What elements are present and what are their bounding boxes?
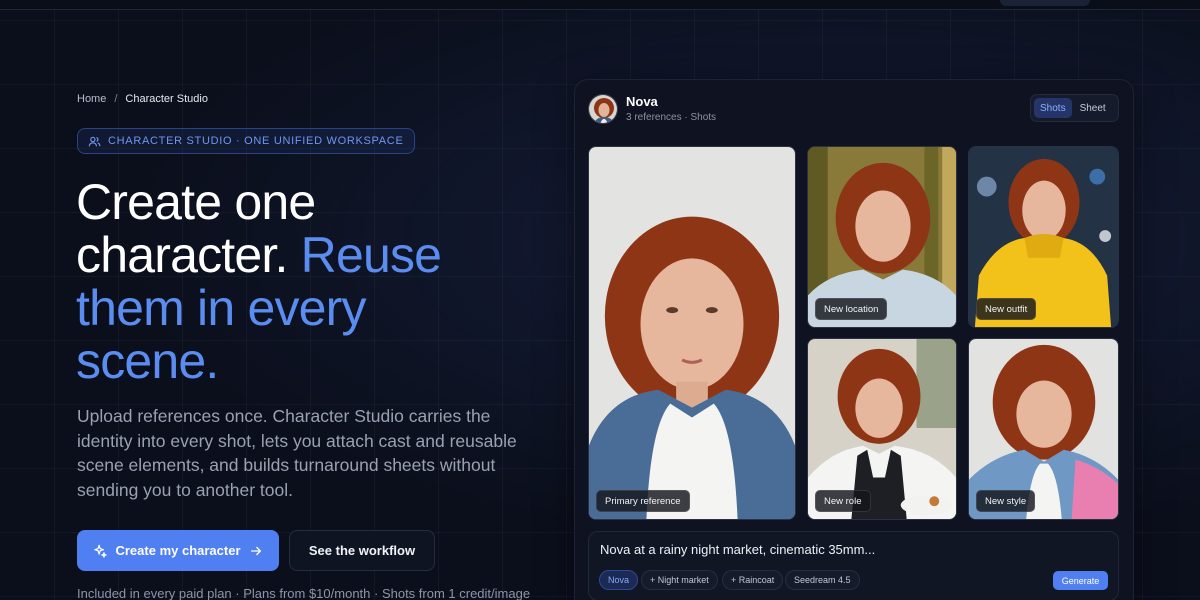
character-meta: 3 references · Shots [626, 112, 717, 123]
hero-title-line1: Create one [76, 174, 316, 230]
create-character-button[interactable]: Create my character [77, 530, 279, 571]
breadcrumb-current: Character Studio [125, 93, 208, 105]
top-nav-bar [0, 0, 1200, 10]
character-avatar[interactable] [588, 94, 618, 124]
prompt-input[interactable]: Nova at a rainy night market, cinematic … [600, 542, 875, 557]
breadcrumb-home[interactable]: Home [77, 93, 106, 105]
tile-label: New role [815, 490, 871, 512]
see-workflow-button[interactable]: See the workflow [289, 530, 435, 571]
create-character-label: Create my character [115, 543, 241, 558]
new-location-tile[interactable]: New location [807, 146, 957, 328]
tag-model[interactable]: Seedream 4.5 [785, 570, 860, 590]
hero-title-accent-2: them in every [76, 280, 367, 336]
tag-character[interactable]: Nova [599, 570, 639, 590]
primary-reference-tile[interactable]: Primary reference [588, 146, 796, 520]
tag-outfit[interactable]: + Raincoat [722, 570, 784, 590]
eyebrow-badge: CHARACTER STUDIO · ONE UNIFIED WORKSPACE [77, 128, 416, 154]
hero-title-line2: character. [76, 227, 301, 283]
tag-location[interactable]: + Night market [641, 570, 718, 590]
breadcrumb-separator: / [114, 93, 118, 105]
view-toggle: Shots Sheet [1030, 94, 1119, 122]
new-outfit-tile[interactable]: New outfit [968, 146, 1119, 328]
tab-sheet[interactable]: Sheet [1074, 98, 1112, 118]
nav-pill[interactable] [1000, 0, 1090, 6]
breadcrumb: Home / Character Studio [77, 93, 208, 105]
hero-title: Create one character. Reuse them in ever… [76, 176, 546, 388]
generate-button[interactable]: Generate [1053, 571, 1108, 590]
pricing-footnote: Included in every paid plan · Plans from… [77, 586, 531, 600]
tile-label: New style [976, 490, 1036, 512]
tile-label: Primary reference [596, 490, 690, 512]
eyebrow-label: CHARACTER STUDIO · ONE UNIFIED WORKSPACE [108, 135, 404, 147]
users-icon [88, 136, 101, 146]
tile-label: New outfit [976, 298, 1037, 320]
new-style-tile[interactable]: New style [968, 338, 1119, 520]
hero-title-accent-3: scene. [76, 333, 219, 389]
character-name: Nova [626, 94, 658, 109]
sparkle-icon [94, 544, 108, 558]
tile-label: New location [815, 298, 888, 320]
tab-shots[interactable]: Shots [1034, 98, 1072, 118]
hero-title-accent-1: Reuse [300, 227, 442, 283]
arrow-right-icon [250, 546, 261, 555]
new-role-tile[interactable]: New role [807, 338, 957, 520]
primary-reference-image [589, 147, 795, 519]
hero-subtitle: Upload references once. Character Studio… [77, 406, 517, 500]
